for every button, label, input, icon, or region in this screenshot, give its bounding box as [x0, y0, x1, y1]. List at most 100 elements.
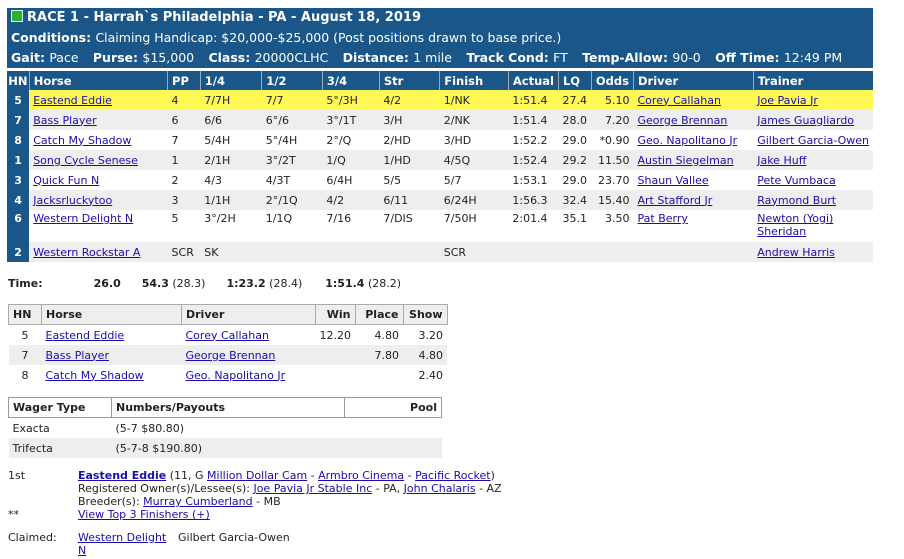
pp-cell: 7	[167, 130, 201, 150]
pay-place: 7.80	[355, 345, 403, 365]
trainer-link[interactable]: Jake Huff	[757, 154, 806, 167]
hn-cell: 6	[7, 210, 30, 242]
horse-link[interactable]: Song Cycle Senese	[33, 154, 138, 167]
winner-info: (11, G	[169, 469, 204, 482]
race-title: RACE 1 - Harrah`s Philadelphia - PA - Au…	[27, 10, 421, 25]
q1-cell: 6/6	[200, 110, 262, 130]
pay-driver-link[interactable]: Corey Callahan	[186, 329, 269, 342]
owner-label: Registered Owner(s)/Lessee(s):	[78, 482, 250, 495]
col-odds: Odds	[590, 71, 634, 90]
col-lq: LQ	[557, 71, 592, 90]
breeder-link[interactable]: Murray Cumberland	[143, 495, 252, 508]
driver-link[interactable]: George Brennan	[638, 114, 728, 127]
view-top-wrap: View Top 3 Finishers (+)	[78, 508, 210, 521]
claimed-label: Claimed:	[8, 531, 57, 544]
str-cell: 2/HD	[379, 130, 440, 150]
pay-horse-link[interactable]: Bass Player	[46, 349, 109, 362]
driver-link[interactable]: Art Stafford Jr	[638, 194, 713, 207]
driver-link[interactable]: Austin Siegelman	[638, 154, 734, 167]
view-top-finishers-link[interactable]: View Top 3 Finishers (+)	[78, 508, 210, 521]
odds-cell	[591, 242, 634, 262]
temp-label: Temp-Allow:	[582, 50, 668, 65]
track-value: FT	[553, 50, 568, 65]
horse-link[interactable]: Eastend Eddie	[33, 94, 112, 107]
winner-horse-link[interactable]: Eastend Eddie	[78, 469, 166, 482]
result-row-scratched: 2 Western Rockstar A SCR SK SCR Andrew H…	[7, 242, 873, 262]
driver-link[interactable]: Corey Callahan	[638, 94, 721, 107]
owner2-loc: - AZ	[479, 482, 502, 495]
pay-place: 4.80	[374, 328, 400, 342]
purse-value: $15,000	[142, 50, 195, 65]
owner1-link[interactable]: Joe Pavia Jr Stable Inc	[253, 482, 372, 495]
q3-cell: 2°/Q	[322, 130, 380, 150]
actual-cell: 1:56.3	[508, 190, 559, 210]
payout-row: 8 Catch My Shadow Geo. Napolitano Jr 2.4…	[9, 365, 448, 385]
q2-cell: 1/1Q	[261, 210, 323, 242]
owner2-link[interactable]: John Chalaris	[404, 482, 476, 495]
trainer-link[interactable]: Andrew Harris	[757, 246, 835, 259]
pay-horse-link[interactable]: Eastend Eddie	[46, 329, 125, 342]
class-value: 20000CLHC	[254, 50, 329, 65]
trainer-link[interactable]: Joe Pavia Jr	[757, 94, 818, 107]
payout-row: 5 Eastend Eddie Corey Callahan 12.20 4.8…	[9, 325, 448, 346]
time-q1: 26.0	[93, 277, 121, 290]
q1-cell: 2/1H	[200, 150, 262, 170]
trainer-link[interactable]: James Guagliardo	[757, 114, 854, 127]
trainer-link[interactable]: Pete Vumbaca	[757, 174, 836, 187]
pay-col-hn: HN	[8, 304, 42, 325]
q3-cell: 4/2	[322, 190, 380, 210]
claimed-horse-link-cont[interactable]: N	[78, 544, 86, 557]
pay-driver-link[interactable]: Geo. Napolitano Jr	[186, 369, 286, 382]
driver-link[interactable]: Pat Berry	[638, 212, 688, 225]
conditions-value: Claiming Handicap: $20,000-$25,000 (Post…	[95, 30, 562, 45]
col-horse: Horse	[28, 71, 168, 90]
time-final: 1:51.4	[325, 277, 365, 290]
trainer-link[interactable]: Newton (Yogi) Sheridan	[757, 212, 833, 238]
race-info-row: Gait: Pace Purse: $15,000 Class: 20000CL…	[7, 48, 873, 68]
pay-driver-link[interactable]: George Brennan	[186, 349, 276, 362]
q1-cell: 3°/2H	[200, 210, 262, 242]
breeder-label: Breeder(s):	[78, 495, 140, 508]
lq-cell: 29.2	[558, 150, 592, 170]
horse-link[interactable]: Bass Player	[33, 114, 96, 127]
track-label: Track Cond:	[466, 50, 549, 65]
wager-row: Trifecta (5-7-8 $190.80)	[8, 438, 442, 458]
driver-link[interactable]: Shaun Vallee	[638, 174, 709, 187]
sire-link[interactable]: Million Dollar Cam	[207, 469, 307, 482]
hn-cell: 1	[7, 150, 30, 170]
time-q2: 54.3	[141, 277, 169, 290]
gait-value: Pace	[49, 50, 79, 65]
pay-place	[355, 365, 403, 385]
wager-type: Exacta	[8, 417, 112, 438]
trainer-link[interactable]: Raymond Burt	[757, 194, 836, 207]
finish-cell: 4/5Q	[439, 150, 509, 170]
horse-link[interactable]: Jacksrluckytoo	[33, 194, 112, 207]
wager-col-pool: Pool	[344, 397, 442, 418]
q3-cell	[322, 242, 380, 262]
pay-horse-link[interactable]: Catch My Shadow	[46, 369, 144, 382]
breeder-line: Breeder(s): Murray Cumberland - MB	[78, 495, 281, 508]
horse-link[interactable]: Quick Fun N	[33, 174, 99, 187]
driver-link[interactable]: Geo. Napolitano Jr	[638, 134, 738, 147]
dam-link[interactable]: Armbro Cinema	[318, 469, 404, 482]
time-label: Time:	[8, 277, 43, 290]
hn-cell: 4	[7, 190, 30, 210]
trainer-link[interactable]: Gilbert Garcia-Owen	[757, 134, 869, 147]
q3-cell: 7/16	[322, 210, 380, 242]
result-row: 7 Bass Player 6 6/6 6°/6 3°/1T 3/H 2/NK …	[7, 110, 873, 130]
off-time-value: 12:49 PM	[783, 50, 843, 65]
horse-link[interactable]: Western Delight N	[33, 212, 133, 225]
horse-link[interactable]: Western Rockstar A	[33, 246, 140, 259]
claimed-horse-link[interactable]: Western Delight	[78, 531, 166, 544]
q3-cell: 5°/3H	[322, 90, 380, 110]
pp-cell: SCR	[167, 242, 201, 262]
hn-cell: 3	[7, 170, 30, 190]
time-q3: 1:23.2	[226, 277, 266, 290]
horse-link[interactable]: Catch My Shadow	[33, 134, 131, 147]
claimed-by: Gilbert Garcia-Owen	[178, 531, 290, 544]
wager-pool	[344, 438, 442, 458]
wager-col-type: Wager Type	[8, 397, 112, 418]
odds-cell: 5.10	[591, 90, 634, 110]
payout-table: HN Horse Driver Win Place Show 5 Eastend…	[8, 304, 448, 385]
damsire-link[interactable]: Pacific Rocket	[415, 469, 490, 482]
